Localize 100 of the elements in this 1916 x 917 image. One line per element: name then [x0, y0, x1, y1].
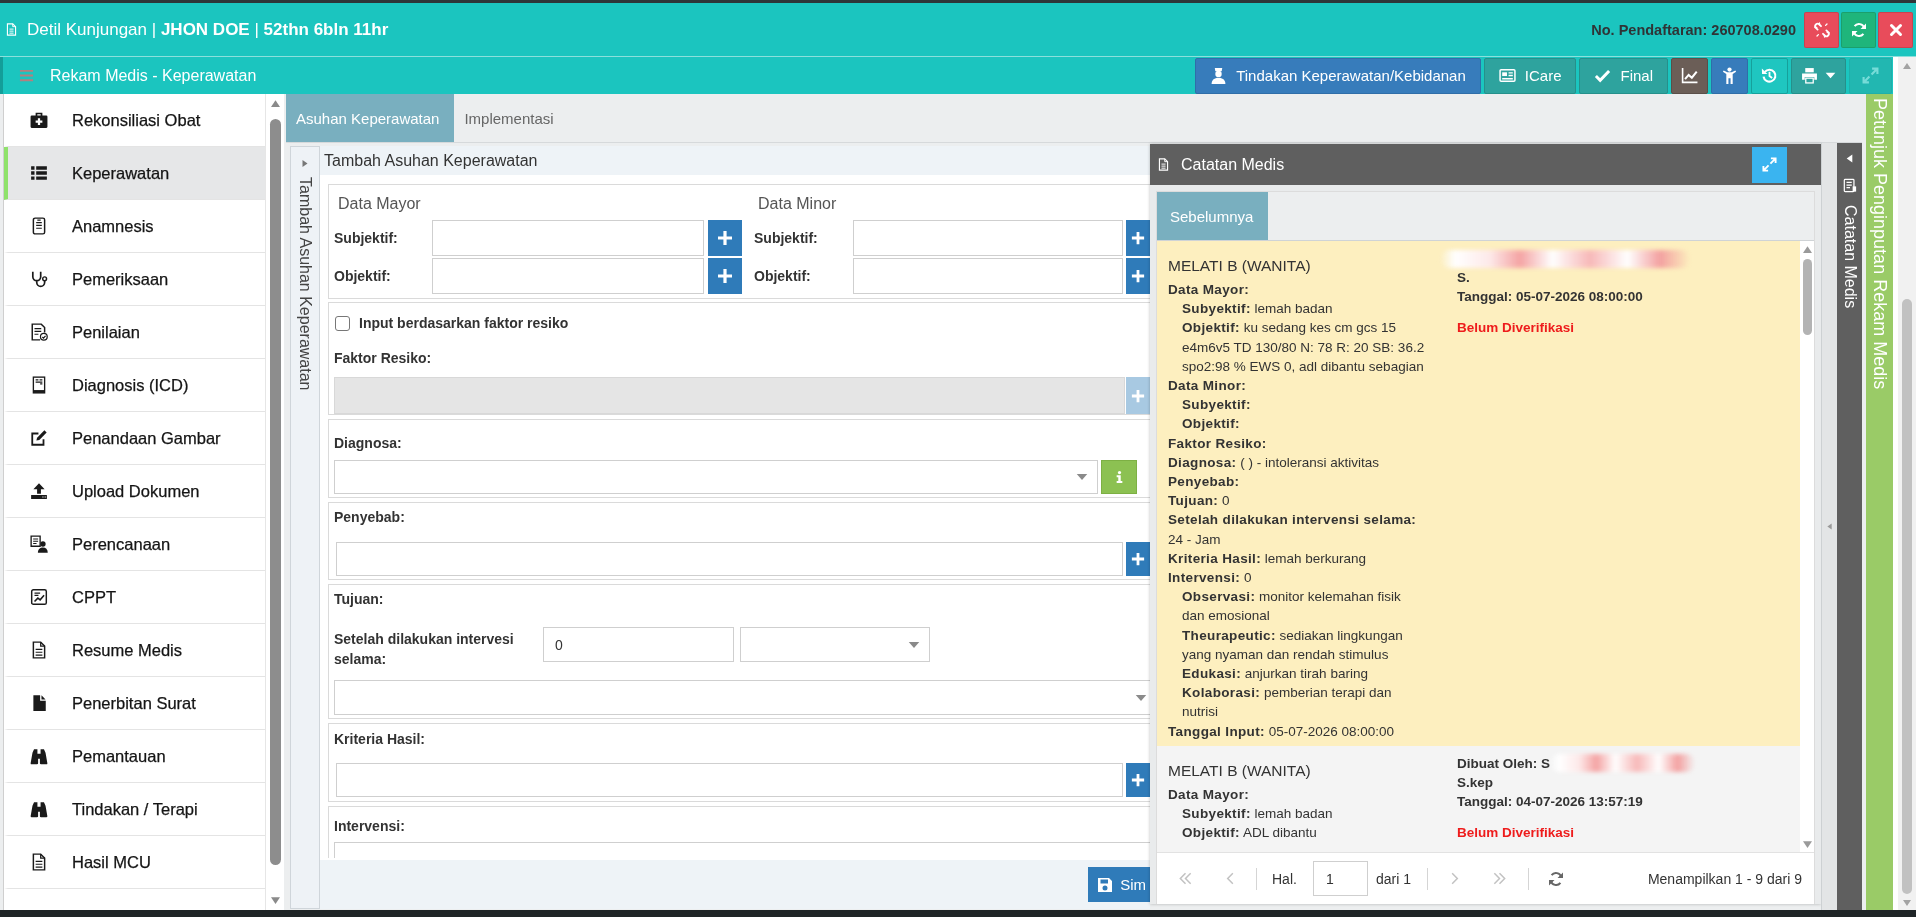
plus-icon [1131, 269, 1145, 283]
expand-button[interactable] [1752, 146, 1787, 183]
expand-icon [1862, 67, 1879, 84]
document-icon [30, 376, 48, 394]
scrollbar-thumb[interactable] [269, 119, 281, 865]
text-input[interactable] [853, 220, 1123, 256]
field-label: Setelah dilakukan intervesi selama: [334, 630, 515, 669]
group-heading: Data Minor [758, 194, 838, 214]
collapsed-panel[interactable]: Catatan Medis [1837, 143, 1862, 910]
field-label: Objektif: [334, 268, 392, 284]
plus-icon [1131, 231, 1145, 245]
add-button[interactable] [708, 258, 742, 294]
person-button[interactable] [1711, 57, 1748, 94]
menu-icon[interactable] [18, 68, 35, 83]
save-button[interactable]: Sim [1088, 867, 1150, 902]
info-button[interactable] [1101, 460, 1137, 494]
note-line: Kolaborasi: pemberian terapi dan nutrisi [1182, 684, 1393, 722]
tab[interactable]: Implementasi [454, 94, 569, 142]
author-name: S.kep [1457, 773, 1495, 792]
note-date: Tanggal: 05-07-2026 08:00:00 [1457, 288, 1644, 306]
text-input[interactable] [853, 258, 1123, 294]
select-field[interactable] [334, 460, 1098, 494]
refresh-icon [1850, 21, 1867, 38]
text-input[interactable] [432, 258, 704, 294]
panel-title: Catatan Medis [1181, 155, 1285, 174]
note-line: Tanggal Input: 05-07-2026 08:00:00 [1168, 722, 1395, 741]
note-line: Data Minor: [1168, 377, 1248, 395]
scrollbar-thumb[interactable] [1902, 299, 1912, 894]
text-input[interactable] [336, 763, 1123, 797]
sidebar-item[interactable]: Keperawatan [4, 147, 265, 200]
select-field[interactable] [740, 627, 930, 662]
note-line: Data Mayor: [1168, 281, 1251, 299]
stethoscope-icon [30, 270, 48, 288]
splitter-bar[interactable] [1821, 143, 1837, 910]
document-icon [30, 641, 48, 659]
plus-icon [1131, 552, 1145, 566]
chart-button[interactable] [1671, 57, 1708, 94]
collapsed-panel-title: Catatan Medis [1840, 205, 1859, 309]
add-button[interactable] [1126, 542, 1150, 576]
text-input[interactable] [336, 542, 1123, 576]
close-icon [1887, 21, 1904, 38]
binoculars-icon [30, 800, 48, 818]
newspaper-icon [1498, 67, 1516, 84]
caret-icon [1825, 70, 1836, 81]
text-input[interactable] [432, 220, 704, 256]
field-label: Subjektif: [334, 230, 399, 246]
panel-title: Tambah Asuhan Keperawatan [320, 146, 1150, 175]
document-icon [30, 853, 48, 871]
close-button[interactable] [1878, 11, 1913, 48]
patient-name: MELATI B (WANITA) [1168, 256, 1312, 276]
expand-arrow-icon [301, 158, 309, 169]
scrollbar-thumb[interactable] [1802, 259, 1812, 335]
author-name: S. [1457, 269, 1471, 287]
field-label: Objektif: [754, 268, 812, 284]
number-input[interactable]: 0 [543, 627, 734, 662]
scroll-down-icon[interactable] [269, 896, 281, 905]
upload-icon [30, 482, 48, 500]
page-summary: Menampilkan 1 - 9 dari 9 [1647, 870, 1802, 887]
field-label: Kriteria Hasil: [334, 730, 427, 749]
module-title: Rekam Medis - Keperawatan [50, 66, 257, 85]
unlink-icon [1813, 21, 1830, 38]
page-input[interactable]: 1 [1312, 861, 1368, 896]
scroll-down-icon[interactable] [1902, 899, 1912, 907]
field-label: Penyebab: [334, 508, 406, 527]
plus-icon [1131, 773, 1145, 787]
history-button[interactable] [1751, 57, 1788, 94]
person-document-icon [30, 535, 48, 553]
nursing-action-button[interactable]: Tindakan Keperawatan/Kebidanan [1195, 57, 1481, 94]
registration-number: No. Pendaftaran: 260708.0290 [1591, 21, 1796, 38]
add-button[interactable] [1126, 220, 1150, 256]
document-icon [1157, 156, 1170, 173]
field-label: Faktor Resiko: [334, 349, 433, 368]
select-field[interactable] [334, 680, 1150, 715]
unlink-button[interactable] [1804, 11, 1839, 48]
chart-document-icon [30, 588, 48, 606]
author-name: Dibuat Oleh: S [1457, 754, 1550, 773]
scroll-up-icon[interactable] [269, 99, 281, 108]
note-line: Objektif: ku sedang kes cm gcs 15 e4m6v5 TD 130/80 N: 78 R: 20 SB: 36.2 spo2:98 % EWS 0, adl dibantu sebagian [1182, 319, 1426, 376]
scroll-down-icon[interactable] [1801, 840, 1813, 849]
select-field[interactable] [334, 842, 1150, 858]
print-button[interactable] [1791, 57, 1846, 94]
note-line: Subyektif: lemah badan [1182, 300, 1334, 319]
page-title: Detil Kunjungan | JHON DOE | 52thn 6bln 11hr [27, 19, 389, 40]
person-icon [1721, 67, 1738, 84]
add-button[interactable] [1126, 258, 1150, 294]
add-button[interactable] [708, 220, 742, 256]
refresh-button[interactable] [1841, 11, 1876, 48]
note-line: Diagnosa: ( ) - intoleransi aktivitas [1168, 453, 1380, 472]
note-entry[interactable] [1157, 241, 1800, 746]
scroll-up-icon[interactable] [1902, 62, 1912, 70]
note-line: Intervensi: 0 [1168, 569, 1253, 588]
collapsed-panel[interactable]: Tambah Asuhan Keperawatan [290, 146, 320, 909]
note-line: Edukasi: anjurkan tirah baring [1182, 665, 1369, 684]
field-label: Subjektif: [754, 230, 819, 246]
add-button[interactable] [1126, 763, 1150, 797]
scroll-up-icon[interactable] [1801, 245, 1813, 254]
page-total: dari 1 [1375, 870, 1411, 887]
verification-status: Belum Diverifikasi [1457, 823, 1576, 842]
nurse-icon [1210, 67, 1228, 84]
double-chevron-left-icon [1177, 871, 1193, 886]
